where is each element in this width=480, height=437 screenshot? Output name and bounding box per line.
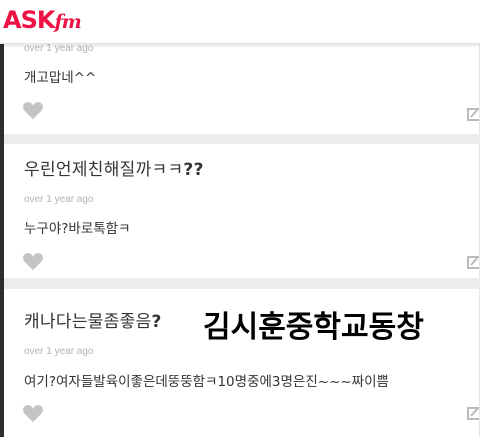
answer-card: 우린언제친해질까ㅋㅋ?? over 1 year ago 누구야?바로톡함ㅋ [4, 144, 480, 278]
answer-timestamp: over 1 year ago [24, 43, 94, 54]
edit-icon[interactable] [466, 255, 479, 269]
edit-icon[interactable] [466, 107, 479, 121]
edit-icon[interactable] [466, 406, 479, 420]
heart-icon[interactable] [22, 100, 44, 120]
askfm-logo[interactable]: ASKfm [3, 6, 82, 34]
answer-timestamp: over 1 year ago [24, 194, 94, 205]
question-text: 우린언제친해질까ㅋㅋ?? [24, 160, 204, 180]
answer-text: 개고맙네^^ [24, 70, 97, 86]
question-text: 캐나다는물좀좋음? [24, 312, 162, 332]
answer-timestamp: over 1 year ago [24, 346, 94, 357]
heart-icon[interactable] [22, 251, 44, 271]
overlay-caption: 김시훈중학교동창 [203, 310, 424, 345]
answer-card: over 1 year ago 개고맙네^^ [4, 34, 480, 134]
heart-icon[interactable] [22, 403, 44, 423]
answer-text: 누구야?바로톡함ㅋ [24, 221, 131, 237]
top-bar: ASKfm [0, 0, 480, 44]
answer-text: 여기?여자들발육이좋은데뚱뚱함ㅋ10명중에3명은진~~~짜이쁨 [24, 374, 389, 390]
